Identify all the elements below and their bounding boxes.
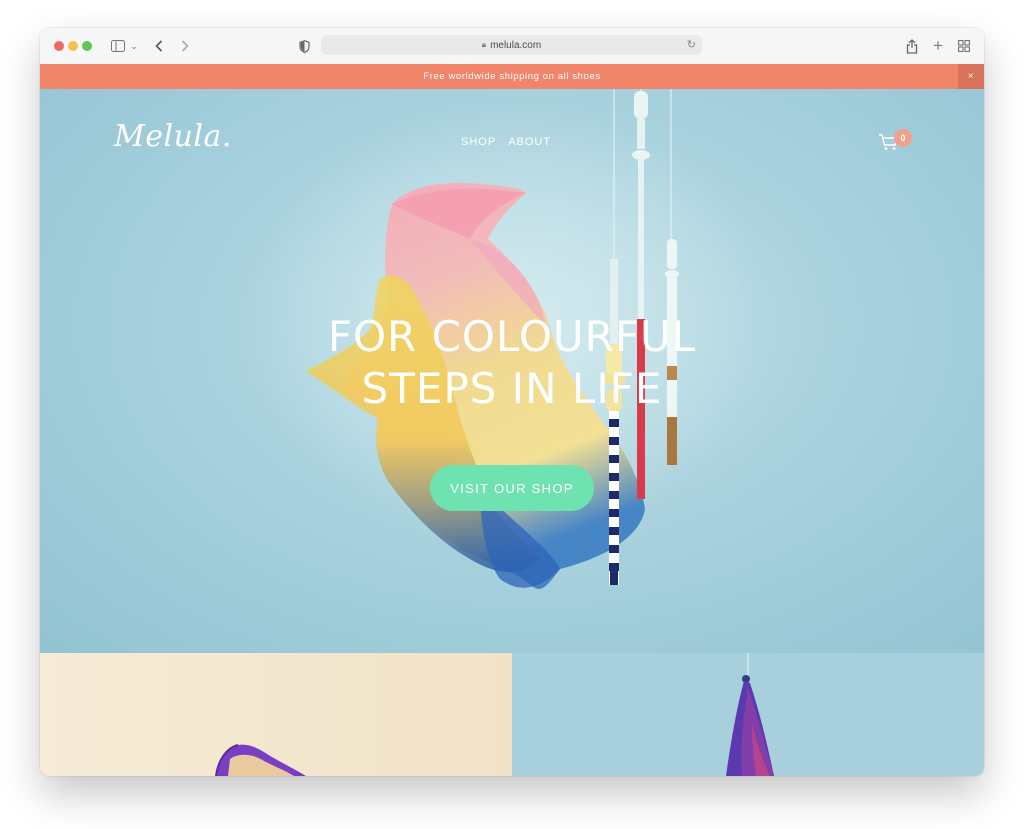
chevron-down-icon[interactable]: ⌄ — [129, 37, 139, 55]
browser-toolbar: ⌄ 🔒︎ melula.com ↻ + — [40, 28, 984, 65]
visit-shop-button[interactable]: VISIT OUR SHOP — [430, 465, 594, 511]
browser-window: ⌄ 🔒︎ melula.com ↻ + Free worldwide shipp… — [40, 28, 984, 776]
main-nav: SHOP ABOUT — [461, 136, 551, 148]
nav-shop-link[interactable]: SHOP — [461, 136, 496, 148]
shoe-image — [215, 744, 306, 776]
cart-button[interactable]: 0 — [878, 129, 918, 153]
back-icon[interactable] — [152, 37, 166, 55]
product-tile-scarf[interactable] — [512, 653, 984, 776]
new-tab-icon[interactable]: + — [930, 36, 946, 55]
hero-section: Melula. SHOP ABOUT 0 FOR COLOURFUL STEPS… — [40, 89, 984, 653]
melula-logo[interactable]: Melula. — [114, 119, 232, 154]
scarf-image — [726, 653, 774, 776]
minimize-window-button[interactable] — [68, 41, 78, 51]
forward-icon[interactable] — [178, 37, 192, 55]
sidebar-icon[interactable] — [110, 37, 126, 55]
hero-headline-line-2: STEPS IN LIFE — [361, 364, 663, 413]
reload-icon[interactable]: ↻ — [687, 38, 696, 51]
announcement-bar: Free worldwide shipping on all shoes × — [40, 64, 984, 89]
shield-icon[interactable] — [297, 37, 311, 55]
announcement-text: Free worldwide shipping on all shoes — [423, 71, 601, 82]
nav-about-link[interactable]: ABOUT — [508, 136, 551, 148]
close-window-button[interactable] — [54, 41, 64, 51]
url-text: melula.com — [490, 39, 542, 51]
hero-headline: FOR COLOURFUL STEPS IN LIFE — [262, 311, 762, 415]
address-bar[interactable]: 🔒︎ melula.com ↻ — [321, 35, 702, 55]
cart-count-badge: 0 — [894, 129, 912, 147]
share-icon[interactable] — [904, 37, 920, 55]
zoom-window-button[interactable] — [82, 41, 92, 51]
announcement-close-button[interactable]: × — [958, 64, 984, 89]
hero-headline-line-1: FOR COLOURFUL — [327, 312, 697, 361]
product-tile-shoe[interactable] — [40, 653, 512, 776]
tab-overview-icon[interactable] — [956, 37, 972, 55]
lock-icon: 🔒︎ — [481, 40, 487, 49]
